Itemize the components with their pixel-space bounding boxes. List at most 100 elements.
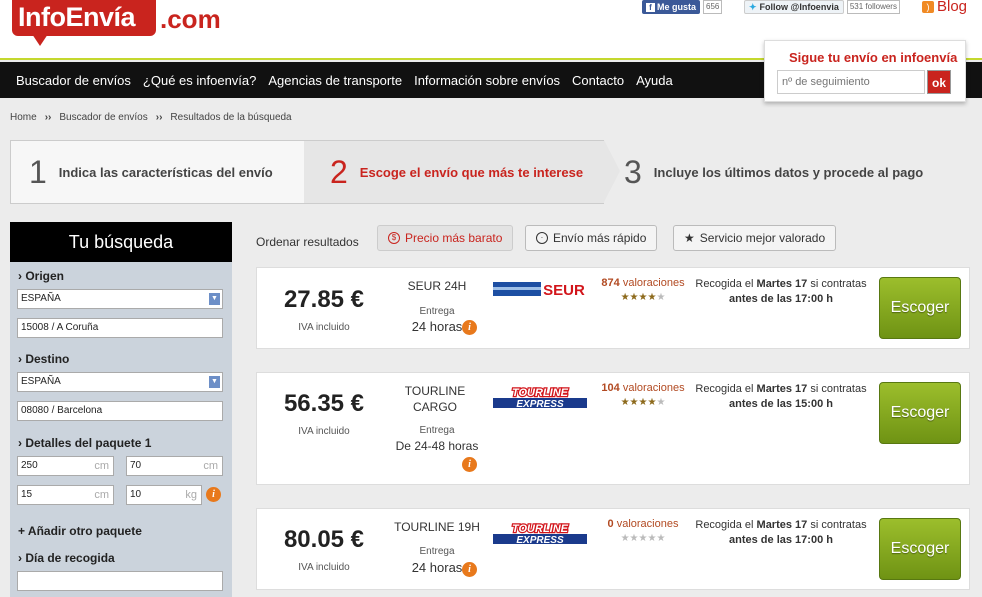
sort-cheapest-button[interactable]: $ Precio más barato (377, 225, 514, 251)
result-delivery-label: Entrega (419, 425, 455, 436)
result-reviews[interactable]: 104 valoraciones (597, 382, 689, 394)
tracking-title: Sigue tu envío en infoenvía (789, 50, 958, 65)
logo-domain: .com (160, 4, 221, 34)
add-package-link[interactable]: + Añadir otro paquete (18, 524, 142, 538)
tracking-ok-button[interactable]: ok (927, 70, 951, 94)
sort-best-rated-button[interactable]: ★ Servicio mejor valorado (673, 225, 837, 251)
unit-label: cm (94, 460, 109, 472)
result-iva-note: IVA incluido (298, 562, 350, 573)
breadcrumb-home[interactable]: Home (10, 112, 37, 123)
pickup-day: Martes 17 (756, 278, 808, 290)
breadcrumb-current: Resultados de la búsqueda (170, 112, 292, 123)
result-card: 80.05 € IVA incluido TOURLINE 19H Entreg… (256, 508, 970, 590)
sort-fastest-label: Envío más rápido (553, 231, 647, 245)
result-service-name: TOURLINE CARGO (404, 384, 466, 414)
result-service-name: TOURLINE 19H (394, 520, 480, 534)
result-reviews[interactable]: 0 valoraciones (597, 518, 689, 530)
svg-text:TOURLINE: TOURLINE (512, 523, 569, 535)
reviews-count: 874 (601, 277, 620, 289)
step-2-active: 2 Escoge el envío que más te interese (304, 140, 604, 204)
info-icon[interactable]: i (462, 320, 477, 335)
info-icon[interactable]: i (462, 457, 477, 472)
svg-text:EXPRESS: EXPRESS (516, 535, 564, 545)
sort-best-rated-label: Servicio mejor valorado (699, 231, 826, 245)
chevron-down-icon: ▼ (209, 376, 220, 388)
step-number: 1 (29, 153, 47, 190)
twitter-follow-button[interactable]: ✦ Follow @Infoenvia (744, 0, 844, 14)
info-icon[interactable]: i (206, 487, 221, 502)
choose-button[interactable]: Escoger (879, 518, 961, 580)
facebook-like[interactable]: f Me gusta 656 (642, 0, 723, 14)
tracking-number-input[interactable] (777, 70, 925, 94)
twitter-follower-count: 531 followers (846, 0, 900, 14)
tourline-express-logo: TOURLINE EXPRESS (493, 521, 587, 545)
breadcrumb-separator: ›› (155, 112, 163, 123)
destination-label-text: Destino (25, 352, 70, 366)
reviews-count: 0 (607, 518, 614, 530)
logo-text: InfoEnvía (18, 2, 136, 32)
result-price: 80.05 € (283, 526, 365, 553)
clock-icon: · (536, 232, 548, 244)
tourline-express-logo: TOURLINE EXPRESS (493, 385, 587, 409)
choose-button[interactable]: Escoger (879, 382, 961, 444)
result-reviews[interactable]: 874 valoraciones (597, 277, 689, 289)
package-height-input[interactable]: 15 cm (17, 485, 114, 505)
twitter-bird-icon: ✦ (749, 2, 757, 12)
result-pickup: Recogida el Martes 17 si contratas antes… (689, 382, 873, 412)
pickup-prefix: Recogida el (695, 383, 757, 395)
twitter-follow[interactable]: ✦ Follow @Infoenvia 531 followers (744, 0, 900, 14)
reviews-count: 104 (601, 382, 620, 394)
package-height-value: 15 (21, 489, 33, 500)
facebook-like-count: 656 (703, 0, 723, 14)
package-weight-input[interactable]: 10 kg (126, 485, 202, 505)
facebook-like-button[interactable]: f Me gusta (642, 0, 701, 14)
svg-text:EXPRESS: EXPRESS (516, 399, 564, 409)
step-text: Escoge el envío que más te interese (359, 164, 584, 180)
dollar-icon: $ (388, 232, 400, 244)
pickup-day-input[interactable] (17, 571, 223, 591)
pickup-day-label: › Día de recogida (18, 551, 115, 565)
sidebar-title: Tu búsqueda (10, 222, 232, 262)
tracking-box: Sigue tu envío en infoenvía ok (764, 40, 966, 102)
result-delivery-time: De 24-48 horas (395, 439, 479, 453)
origin-label-text: Origen (25, 269, 65, 283)
package-weight-value: 10 (130, 489, 142, 500)
unit-label: cm (203, 460, 218, 472)
checkout-steps: 1 Indica las características del envío 2… (10, 140, 970, 204)
reviews-word: valoraciones (622, 277, 685, 289)
result-pickup: Recogida el Martes 17 si contratas antes… (689, 277, 873, 307)
nav-item-que-es[interactable]: ¿Qué es infoenvía? (143, 73, 256, 88)
origin-zip-input[interactable]: 15008 / A Coruña (17, 318, 223, 338)
pickup-deadline: antes de las 17:00 h (729, 293, 833, 305)
package-width-input[interactable]: 70 cm (126, 456, 223, 476)
result-card: 27.85 € IVA incluido SEUR 24H Entrega 24… (256, 267, 970, 349)
origin-country-select[interactable]: ESPAÑA ▼ (17, 289, 223, 309)
package-length-input[interactable]: 250 cm (17, 456, 114, 476)
rating-stars: ★★★★★ (620, 533, 666, 544)
choose-button[interactable]: Escoger (879, 277, 961, 339)
sort-fastest-button[interactable]: · Envío más rápido (525, 225, 658, 251)
destination-zip-input[interactable]: 08080 / Barcelona (17, 401, 223, 421)
destination-country-select[interactable]: ESPAÑA ▼ (17, 372, 223, 392)
chevron-down-icon: ▼ (209, 293, 220, 305)
nav-item-ayuda[interactable]: Ayuda (636, 73, 673, 88)
logo-tail (32, 34, 48, 46)
nav-item-buscador[interactable]: Buscador de envíos (16, 73, 131, 88)
result-service-name: SEUR 24H (407, 279, 467, 293)
sort-cheapest-label: Precio más barato (405, 231, 503, 245)
origin-country-value: ESPAÑA (21, 293, 61, 304)
pickup-suffix: si contratas (807, 519, 867, 531)
info-icon[interactable]: i (462, 562, 477, 577)
nav-item-contacto[interactable]: Contacto (572, 73, 624, 88)
rating-stars: ★★★★★ (620, 292, 666, 303)
nav-item-informacion[interactable]: Información sobre envíos (414, 73, 560, 88)
reviews-word: valoraciones (622, 382, 685, 394)
breadcrumb-search[interactable]: Buscador de envíos (59, 112, 147, 123)
blog-link[interactable]: ) Blog (922, 0, 967, 15)
pickup-prefix: Recogida el (695, 278, 757, 290)
step-1[interactable]: 1 Indica las características del envío (10, 140, 304, 204)
step-arrow (604, 140, 620, 202)
nav-item-agencias[interactable]: Agencias de transporte (268, 73, 402, 88)
pickup-deadline: antes de las 17:00 h (729, 534, 833, 546)
pickup-suffix: si contratas (807, 278, 867, 290)
